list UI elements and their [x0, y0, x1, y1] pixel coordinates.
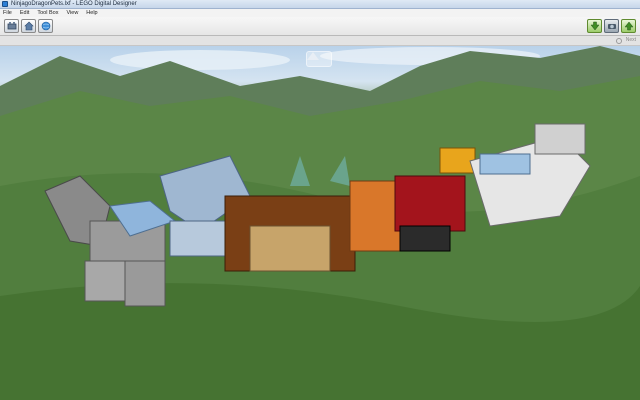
build-mode-button[interactable] — [4, 19, 19, 33]
home-button[interactable] — [21, 19, 36, 33]
window-title: NinjagoDragonPets.lxf - LEGO Digital Des… — [11, 1, 137, 7]
viewport-3d[interactable] — [0, 46, 640, 400]
up-arrow-icon — [307, 52, 319, 60]
next-icon — [616, 38, 622, 44]
title-bar: NinjagoDragonPets.lxf - LEGO Digital Des… — [0, 0, 640, 9]
menu-bar: File Edit Tool Box View Help — [0, 9, 640, 17]
upload-button[interactable] — [621, 19, 636, 33]
camera-icon — [607, 24, 616, 29]
app-icon — [2, 1, 8, 7]
home-icon — [23, 21, 34, 31]
build-mode-icon — [7, 22, 16, 30]
globe-icon — [41, 21, 50, 31]
menu-toolbox[interactable]: Tool Box — [37, 9, 58, 17]
menu-help[interactable]: Help — [86, 9, 97, 17]
toolbar — [0, 17, 640, 36]
menu-view[interactable]: View — [66, 9, 78, 17]
scene-render — [0, 46, 640, 400]
download-icon — [589, 21, 600, 31]
download-button[interactable] — [587, 19, 602, 33]
camera-button[interactable] — [604, 19, 619, 33]
camera-up-button[interactable] — [306, 51, 332, 67]
menu-file[interactable]: File — [3, 9, 12, 17]
next-label[interactable]: Next — [626, 37, 636, 43]
menu-edit[interactable]: Edit — [20, 9, 29, 17]
upload-icon — [623, 21, 634, 31]
mode-strip: Next — [0, 36, 640, 46]
globe-button[interactable] — [38, 19, 53, 33]
